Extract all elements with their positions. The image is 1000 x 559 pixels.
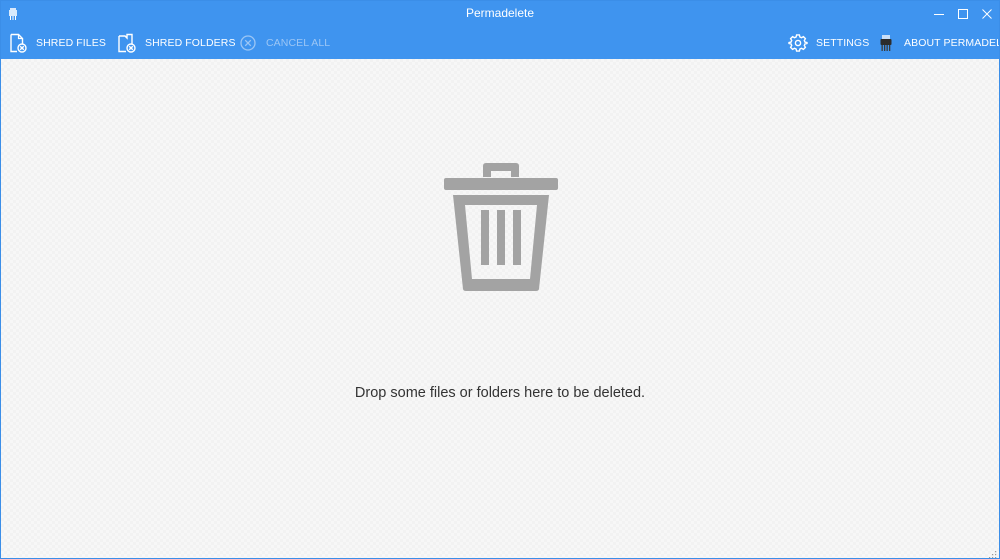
cancel-all-button[interactable]: CANCEL ALL bbox=[238, 26, 330, 59]
minimize-icon bbox=[934, 13, 944, 15]
shred-folders-button[interactable]: SHRED FOLDERS bbox=[117, 26, 236, 59]
cancel-circle-icon bbox=[238, 33, 258, 53]
shred-folders-label: SHRED FOLDERS bbox=[145, 36, 236, 49]
toolbar: SHRED FILES SHRED FOLDERS CANCEL ALL SET… bbox=[1, 26, 999, 59]
shred-files-button[interactable]: SHRED FILES bbox=[8, 26, 106, 59]
settings-label: SETTINGS bbox=[816, 36, 870, 49]
title-bar[interactable]: Permadelete bbox=[1, 1, 999, 26]
minimize-button[interactable] bbox=[927, 1, 951, 26]
trash-icon bbox=[441, 163, 561, 291]
settings-button[interactable]: SETTINGS bbox=[788, 26, 869, 59]
about-label: ABOUT PERMADELETE bbox=[904, 36, 999, 49]
shred-files-label: SHRED FILES bbox=[36, 36, 106, 49]
gear-icon bbox=[788, 33, 808, 53]
drop-area[interactable]: Drop some files or folders here to be de… bbox=[1, 59, 999, 558]
app-window: Permadelete SHRED FILES SHRED FOLDERS CA… bbox=[0, 0, 1000, 559]
shredder-icon bbox=[876, 33, 896, 53]
close-icon bbox=[982, 8, 992, 19]
drop-message: Drop some files or folders here to be de… bbox=[354, 385, 646, 401]
close-button[interactable] bbox=[975, 1, 999, 26]
window-title: Permadelete bbox=[465, 6, 535, 20]
about-button[interactable]: ABOUT PERMADELETE bbox=[876, 26, 999, 59]
folder-shred-icon bbox=[117, 33, 137, 53]
cancel-all-label: CANCEL ALL bbox=[266, 36, 331, 49]
file-shred-icon bbox=[8, 33, 28, 53]
maximize-button[interactable] bbox=[951, 1, 975, 26]
resize-grip-icon[interactable] bbox=[987, 546, 997, 558]
maximize-icon bbox=[958, 8, 968, 19]
window-controls bbox=[927, 1, 999, 26]
